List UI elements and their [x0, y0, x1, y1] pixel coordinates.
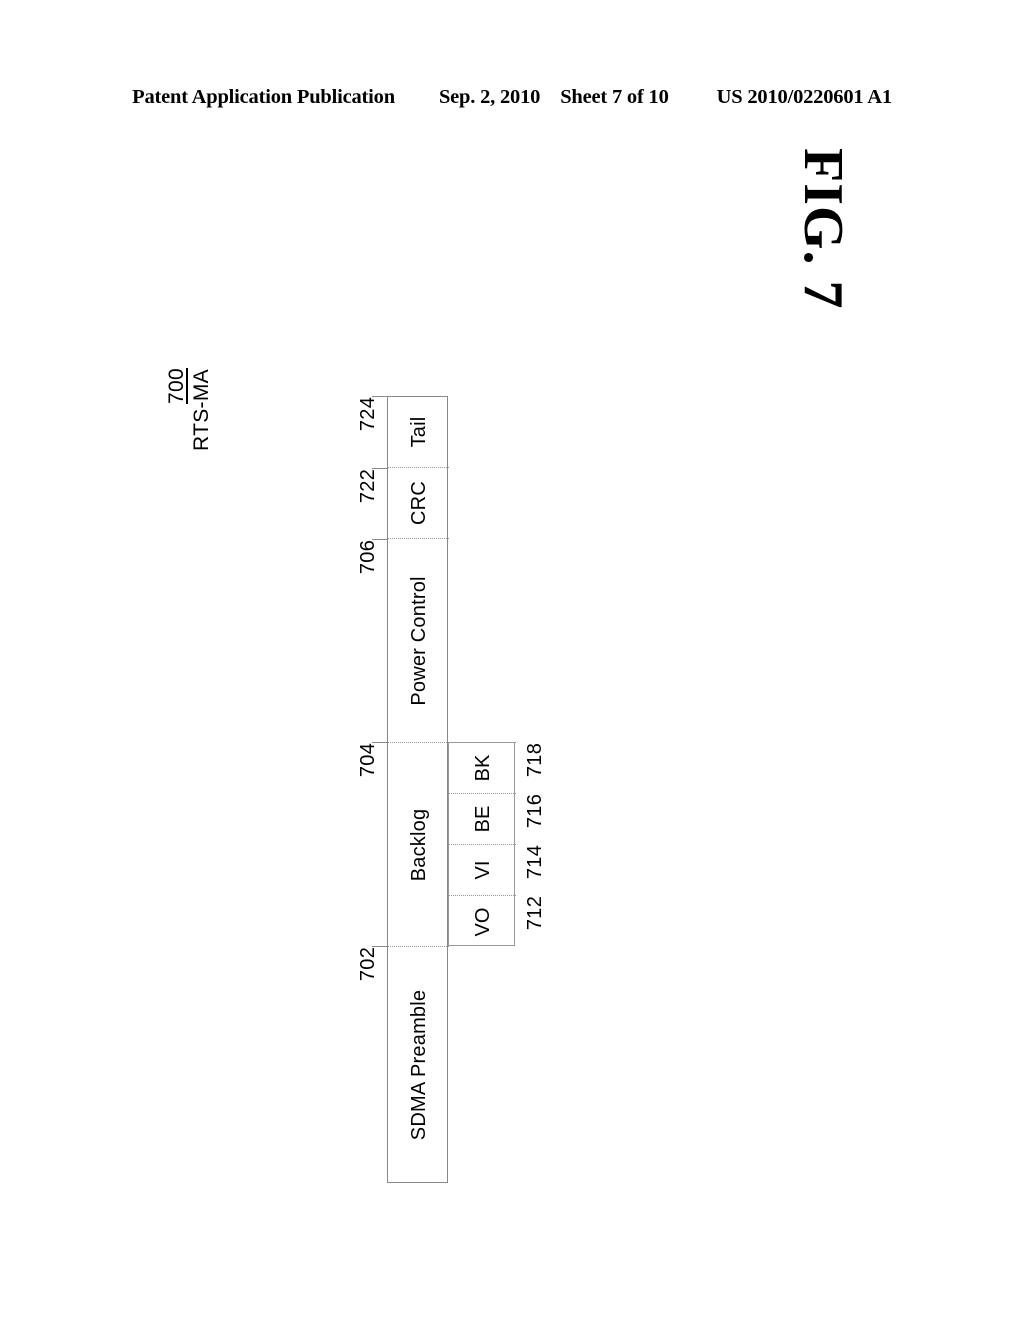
backlog-subfield-be[interactable]: BE	[449, 794, 516, 845]
backlog-subfield-bk[interactable]: BK	[449, 743, 516, 794]
frame-segment-crc[interactable]: CRC	[388, 468, 449, 539]
frame-segment-backlog[interactable]: Backlog	[388, 743, 449, 947]
reference-numeral-702: 702	[357, 946, 379, 982]
frame-segment-tail-label: Tail	[407, 416, 430, 448]
reference-numeral-722: 722	[357, 468, 379, 504]
frame-segment-sdma-preamble-label: SDMA Preamble	[407, 989, 430, 1140]
frame-segment-backlog-label: Backlog	[407, 808, 430, 881]
backlog-subfield-bk-label: BK	[471, 754, 494, 782]
reference-numeral-724: 724	[357, 396, 379, 432]
backlog-subfield-vi[interactable]: VI	[449, 845, 516, 896]
reference-numeral-706: 706	[357, 539, 379, 575]
frame-segment-tail[interactable]: Tail	[388, 397, 449, 468]
backlog-subfield-vo[interactable]: VO	[449, 896, 516, 947]
reference-numeral-704: 704	[357, 742, 379, 778]
backlog-subfield-vi-label: VI	[471, 860, 494, 880]
backlog-subfield-bar: BK BE VI VO	[448, 742, 516, 947]
reference-numeral-712: 712	[524, 895, 546, 931]
frame-segment-power-control-label: Power Control	[407, 575, 430, 706]
backlog-subfield-vo-label: VO	[471, 907, 494, 936]
frame-segment-sdma-preamble[interactable]: SDMA Preamble	[388, 947, 449, 1182]
frame-segment-power-control[interactable]: Power Control	[388, 539, 449, 743]
rts-ma-frame-diagram: Tail CRC Power Control Backlog SDMA Prea…	[0, 0, 1024, 1320]
frame-segment-crc-label: CRC	[407, 481, 430, 525]
frame-bar: Tail CRC Power Control Backlog SDMA Prea…	[387, 396, 449, 1183]
backlog-subfield-be-label: BE	[471, 805, 494, 833]
